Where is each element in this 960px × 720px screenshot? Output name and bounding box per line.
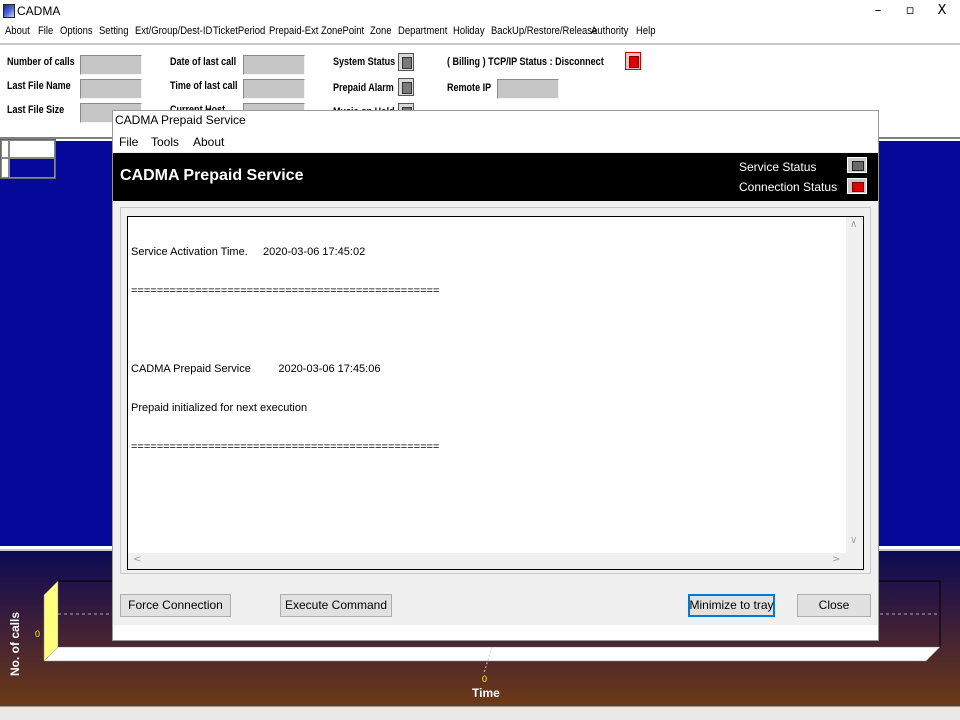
- prepaid-alarm-label: Prepaid Alarm: [333, 82, 394, 94]
- menu-about[interactable]: About: [5, 25, 30, 37]
- last-file-name-field: [80, 79, 142, 99]
- main-title-bar: CADMA – ▫ X: [0, 0, 960, 22]
- log-line: ========================================…: [131, 285, 440, 297]
- dialog-bottom-edge: [113, 625, 878, 640]
- dialog-title-bar: CADMA Prepaid Service: [113, 111, 878, 131]
- dialog-menu-tools[interactable]: Tools: [151, 135, 179, 149]
- chart-floor: [43, 646, 941, 662]
- banner-title: CADMA Prepaid Service: [120, 167, 304, 184]
- scroll-up-icon[interactable]: ∧: [850, 219, 857, 230]
- force-connection-button[interactable]: Force Connection: [120, 594, 231, 617]
- scroll-left-icon[interactable]: <: [133, 554, 141, 565]
- dialog-close-button[interactable]: Close: [797, 594, 871, 617]
- chart-y-tick-label: 0: [35, 629, 40, 639]
- time-of-last-call-field: [243, 79, 305, 99]
- system-status-indicator: [398, 53, 414, 71]
- chart-x-axis-label: Time: [472, 686, 500, 700]
- chart-x-tick-label: 0: [482, 674, 487, 684]
- dialog-title: CADMA Prepaid Service: [115, 113, 246, 127]
- mini-grid: [0, 139, 56, 179]
- menu-zone[interactable]: Zone: [370, 25, 392, 37]
- remote-ip-label: Remote IP: [447, 82, 492, 94]
- restore-button[interactable]: ▫: [894, 2, 926, 20]
- status-strip: [0, 706, 960, 720]
- connection-status-label: Connection Status: [739, 180, 838, 194]
- log-lines: Service Activation Time. 2020-03-06 17:4…: [131, 220, 439, 480]
- menu-department[interactable]: Department: [398, 25, 447, 37]
- last-file-size-label: Last File Size: [7, 104, 65, 116]
- service-status-indicator: [847, 157, 867, 173]
- date-of-last-call-label: Date of last call: [170, 56, 237, 68]
- time-of-last-call-label: Time of last call: [170, 80, 238, 92]
- log-line: ========================================…: [131, 441, 440, 453]
- number-of-calls-label: Number of calls: [7, 56, 75, 68]
- remote-ip-field: [497, 79, 559, 99]
- menu-options[interactable]: Options: [60, 25, 93, 37]
- log-vertical-scrollbar[interactable]: ∧ ∨: [846, 217, 863, 553]
- log-textarea[interactable]: Service Activation Time. 2020-03-06 17:4…: [127, 216, 864, 570]
- grid-cell: [9, 158, 55, 178]
- execute-command-button[interactable]: Execute Command: [280, 594, 392, 617]
- service-status-label: Service Status: [739, 160, 817, 174]
- dialog-button-row: Force Connection Execute Command Minimiz…: [113, 581, 878, 625]
- connection-status-indicator: [847, 178, 867, 194]
- minimize-to-tray-button[interactable]: Minimize to tray: [688, 594, 775, 617]
- menu-authority[interactable]: Authority: [591, 25, 628, 37]
- scroll-right-icon[interactable]: >: [832, 554, 840, 565]
- close-window-button[interactable]: X: [926, 2, 958, 20]
- menu-ticketperiod[interactable]: TicketPeriod: [213, 25, 265, 37]
- grid-cell: [1, 158, 9, 178]
- log-line: CADMA Prepaid Service 2020-03-06 17:45:0…: [131, 363, 381, 375]
- menu-zonepoint[interactable]: ZonePoint: [321, 25, 364, 37]
- menu-setting[interactable]: Setting: [99, 25, 128, 37]
- dialog-menu-about[interactable]: About: [193, 135, 224, 149]
- menu-prepaid-ext[interactable]: Prepaid-Ext: [269, 25, 318, 37]
- grid-cell: [1, 140, 9, 158]
- menu-help[interactable]: Help: [636, 25, 655, 37]
- scroll-down-icon[interactable]: ∨: [850, 535, 857, 546]
- menu-holiday[interactable]: Holiday: [453, 25, 485, 37]
- grid-cell: [9, 140, 55, 158]
- date-of-last-call-field: [243, 55, 305, 75]
- last-file-name-label: Last File Name: [7, 80, 71, 92]
- minimize-button[interactable]: –: [862, 2, 894, 20]
- main-menu-bar: About File Options Setting Ext/Group/Des…: [0, 23, 960, 43]
- menu-ext-group-dest-id[interactable]: Ext/Group/Dest-ID: [135, 25, 212, 37]
- dialog-menu-file[interactable]: File: [119, 135, 138, 149]
- system-status-label: System Status: [333, 56, 396, 68]
- number-of-calls-field: [80, 55, 142, 75]
- prepaid-alarm-indicator: [398, 78, 414, 96]
- log-horizontal-scrollbar[interactable]: < >: [128, 553, 863, 569]
- billing-status-indicator: [625, 52, 641, 70]
- log-line: Prepaid initialized for next execution: [131, 402, 308, 414]
- dialog-menu-bar: File Tools About: [113, 131, 878, 152]
- menu-file[interactable]: File: [38, 25, 53, 37]
- app-icon: [3, 4, 15, 18]
- log-line: Service Activation Time. 2020-03-06 17:4…: [131, 246, 366, 258]
- menu-backup-restore-release[interactable]: BackUp/Restore/Release: [491, 25, 597, 37]
- dialog-banner: CADMA Prepaid Service Service Status Con…: [113, 153, 878, 201]
- app-title: CADMA: [17, 4, 61, 18]
- chart-y-axis-label: No. of calls: [8, 611, 22, 676]
- prepaid-service-dialog: CADMA Prepaid Service File Tools About C…: [112, 110, 879, 641]
- billing-tcpip-status-label: ( Billing ) TCP/IP Status : Disconnect: [447, 56, 604, 68]
